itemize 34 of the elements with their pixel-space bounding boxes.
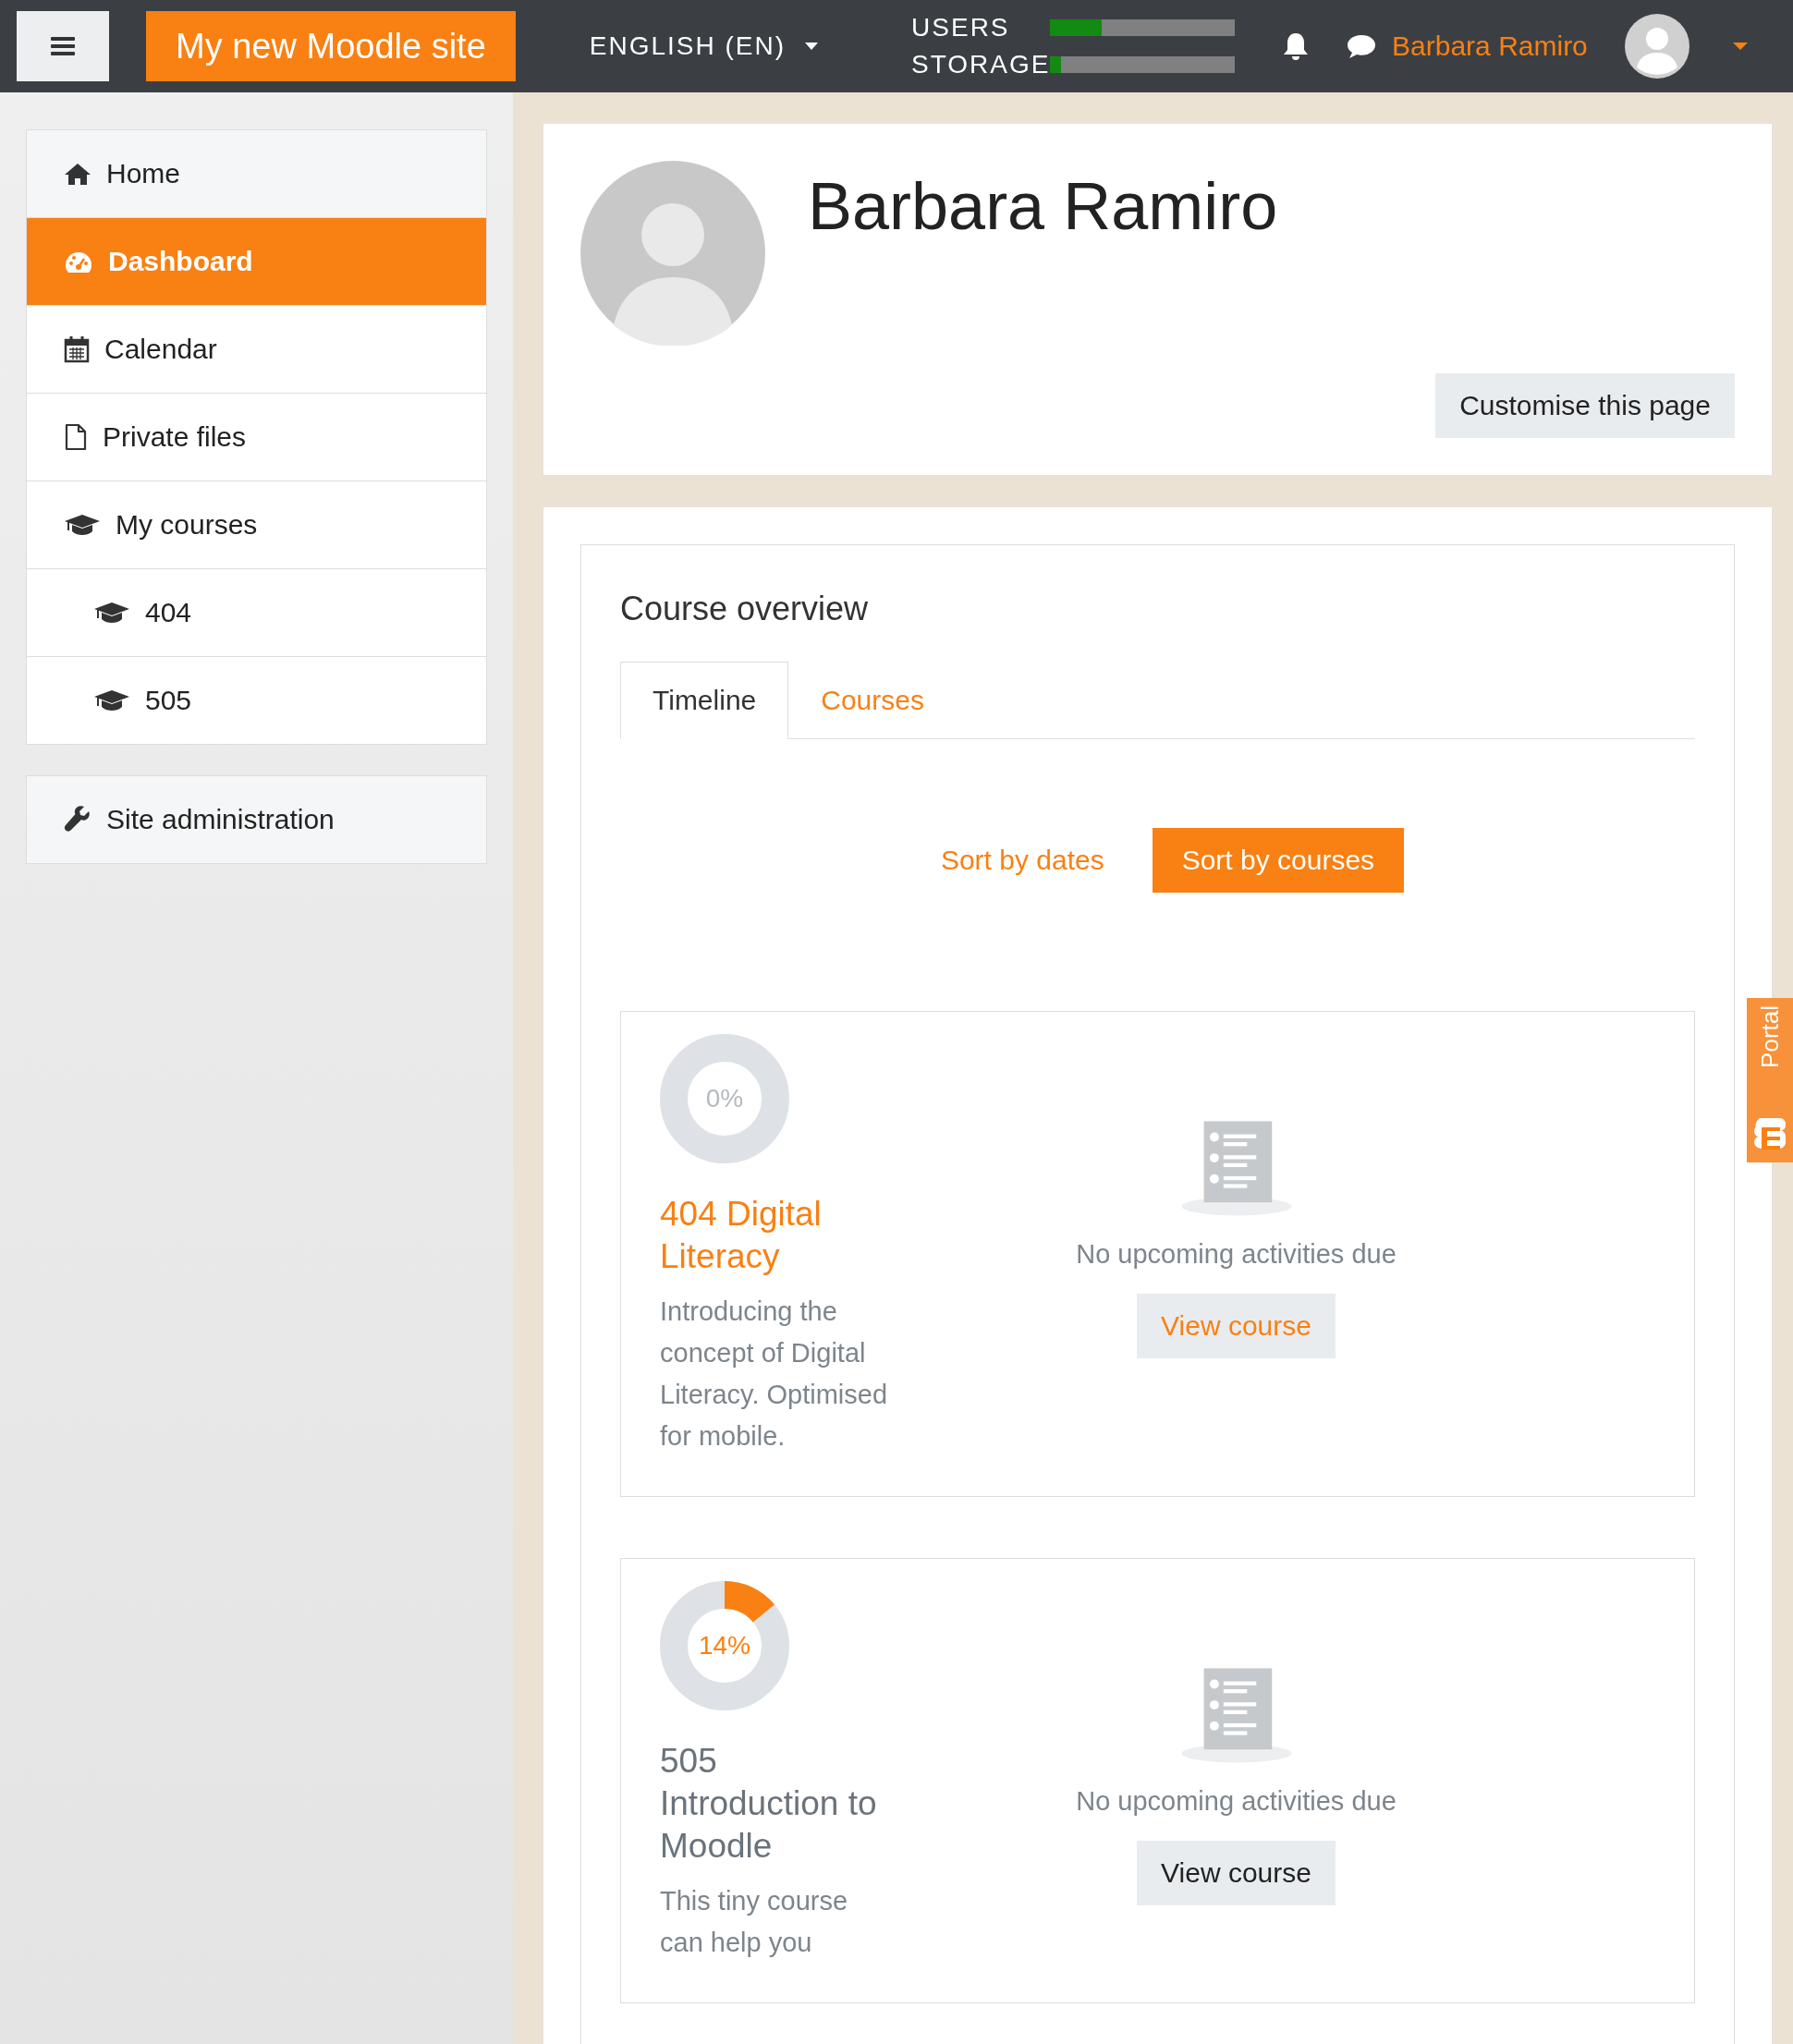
user-name: Barbara Ramiro xyxy=(808,168,1278,245)
sidebar-item[interactable]: Home xyxy=(27,130,486,217)
graduation-cap-icon xyxy=(93,688,130,712)
wrench-icon xyxy=(64,806,91,833)
sidebar-item[interactable]: Site administration xyxy=(27,776,486,863)
home-icon xyxy=(64,162,91,186)
usage-label: USERS xyxy=(911,13,1011,43)
caret-icon xyxy=(804,42,820,51)
no-activities-message: No upcoming activities due xyxy=(1076,1239,1397,1270)
chat-icon[interactable] xyxy=(1346,33,1378,59)
user-avatar-icon xyxy=(580,161,765,346)
graduation-cap-icon xyxy=(93,601,130,625)
tab[interactable]: Timeline xyxy=(620,662,789,739)
menu-icon xyxy=(51,36,75,56)
course-description: Introducing the concept of Digital Literacy. Optimised for mobile. xyxy=(660,1296,889,1453)
no-activities-message: No upcoming activities due xyxy=(1076,1786,1397,1817)
graduation-cap-icon xyxy=(64,513,101,537)
gauge-icon xyxy=(64,249,93,274)
user-avatar-icon[interactable] xyxy=(1624,14,1689,79)
course-description: This tiny course can help you xyxy=(660,1885,849,1959)
view-course-button[interactable]: View course xyxy=(1137,1841,1336,1905)
customise-page-button[interactable]: Customise this page xyxy=(1435,373,1735,438)
progress-percent: 0% xyxy=(705,1084,744,1113)
calendar-icon xyxy=(64,335,90,363)
user-name-link[interactable]: Barbara Ramiro xyxy=(1392,30,1588,62)
block-title: Course overview xyxy=(620,590,870,628)
file-icon xyxy=(64,423,88,451)
menu-button[interactable] xyxy=(17,11,109,81)
progress-percent: 14% xyxy=(699,1631,750,1661)
caret-icon[interactable] xyxy=(1731,42,1749,51)
bell-icon[interactable] xyxy=(1283,31,1310,61)
course-title-link[interactable]: 505 Introduction to Moodle xyxy=(660,1740,891,1868)
language-menu[interactable]: ENGLISH (EN) xyxy=(589,31,820,61)
usage-label: STORAGE xyxy=(911,50,1051,79)
